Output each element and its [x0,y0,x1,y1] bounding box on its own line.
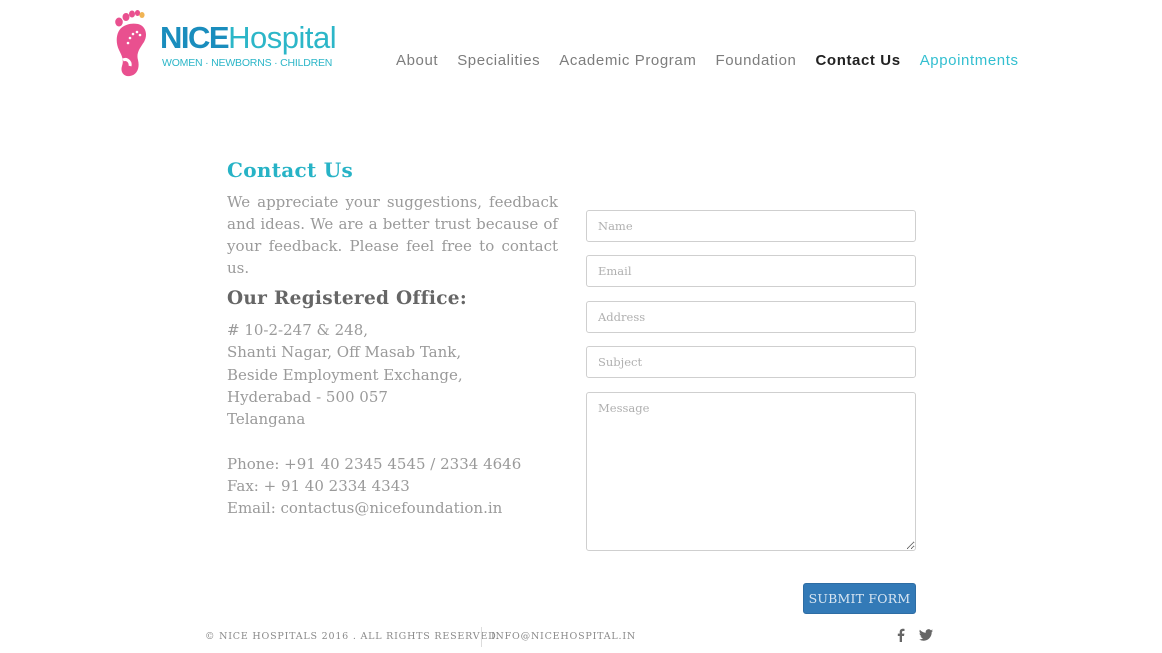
address-line: Beside Employment Exchange, [227,365,463,384]
address-line: # 10-2-247 & 248, [227,321,369,339]
footer-divider [481,627,482,647]
fax-text: Fax: + 91 40 2334 4343 [227,477,410,495]
brand-bold: NICE [160,20,230,55]
facebook-icon[interactable] [893,627,909,643]
nav-about[interactable]: About [396,52,438,69]
nav-academic-program[interactable]: Academic Program [559,52,696,69]
page-title: Contact Us [227,158,354,182]
subject-input[interactable] [586,346,916,378]
office-address: # 10-2-247 & 248, Shanti Nagar, Off Masa… [227,319,463,430]
footer-copyright: © NICE HOSPITALS 2016 . ALL RIGHTS RESER… [205,631,501,642]
office-title: Our Registered Office: [227,288,468,309]
message-textarea[interactable] [586,392,916,551]
main-nav: About Specialities Academic Program Foun… [396,52,1038,69]
address-line: Telangana [227,410,306,429]
email-text: Email: contactus@nicefoundation.in [227,499,503,517]
footer-email-link[interactable]: INFO@NICEHOSPITAL.IN [491,631,636,642]
brand-tagline: WOMEN · NEWBORNS · CHILDREN [162,57,333,69]
contact-details: Phone: +91 40 2345 4545 / 2334 4646 Fax:… [227,453,521,519]
nav-specialities[interactable]: Specialities [457,52,540,69]
email-input[interactable] [586,255,916,287]
address-line: Shanti Nagar, Off Masab Tank, [227,343,462,362]
foot-icon [115,10,146,77]
name-input[interactable] [586,210,916,242]
brand-name: NICEHospital [160,20,337,55]
nav-foundation[interactable]: Foundation [715,52,796,69]
nav-appointments[interactable]: Appointments [920,52,1019,69]
address-input[interactable] [586,301,916,333]
phone-text: Phone: +91 40 2345 4545 / 2334 4646 [227,455,522,473]
brand-light: Hospital [228,20,337,55]
logo[interactable]: NICEHospital WOMEN · NEWBORNS · CHILDREN [110,8,355,80]
address-line: Hyderabad - 500 057 [227,387,388,406]
twitter-icon[interactable] [918,627,934,643]
contact-intro: We appreciate your suggestions, feedback… [227,193,558,277]
nav-contact-us[interactable]: Contact Us [816,52,901,69]
submit-form-button[interactable]: SUBMIT FORM [803,583,916,614]
